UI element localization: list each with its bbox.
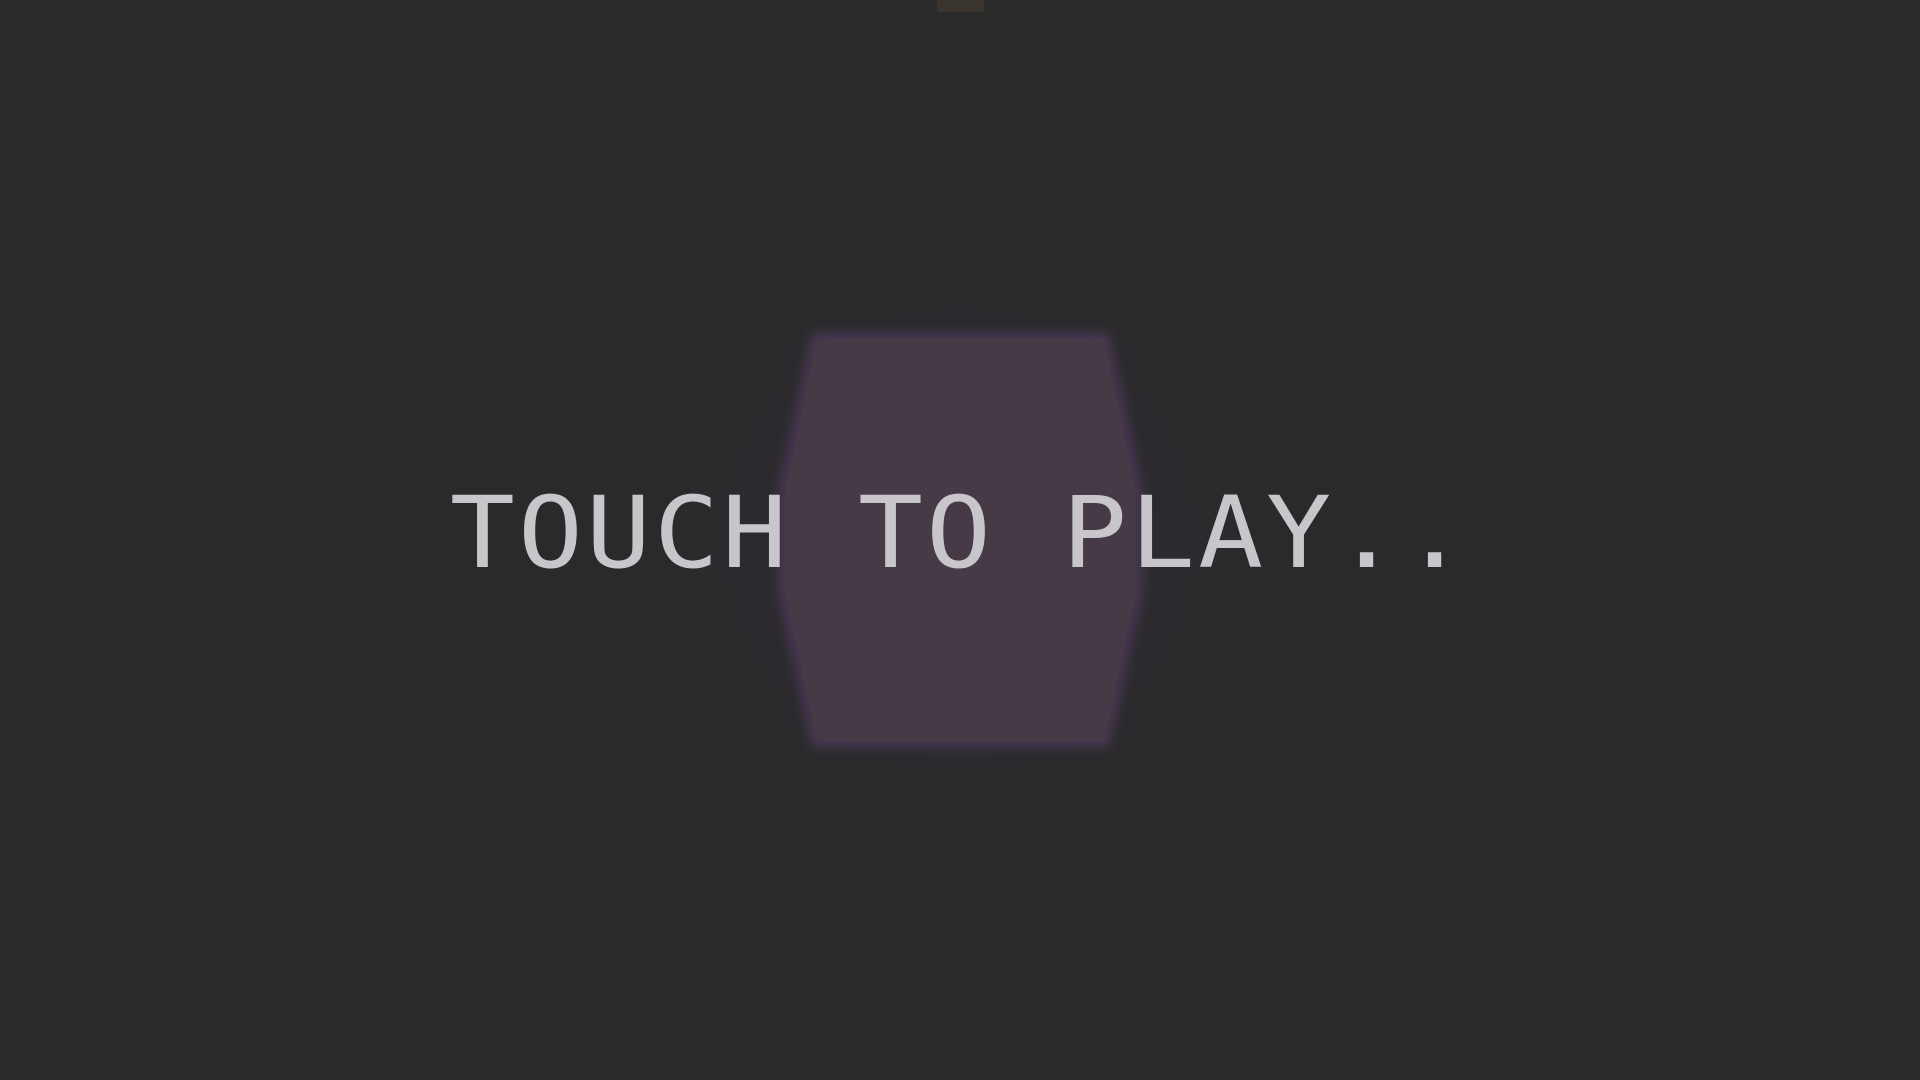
touch-to-play-prompt[interactable]: TOUCH TO PLAY.. [0,478,1920,589]
game-canvas[interactable]: TOUCH TO PLAY.. [0,0,1920,1080]
